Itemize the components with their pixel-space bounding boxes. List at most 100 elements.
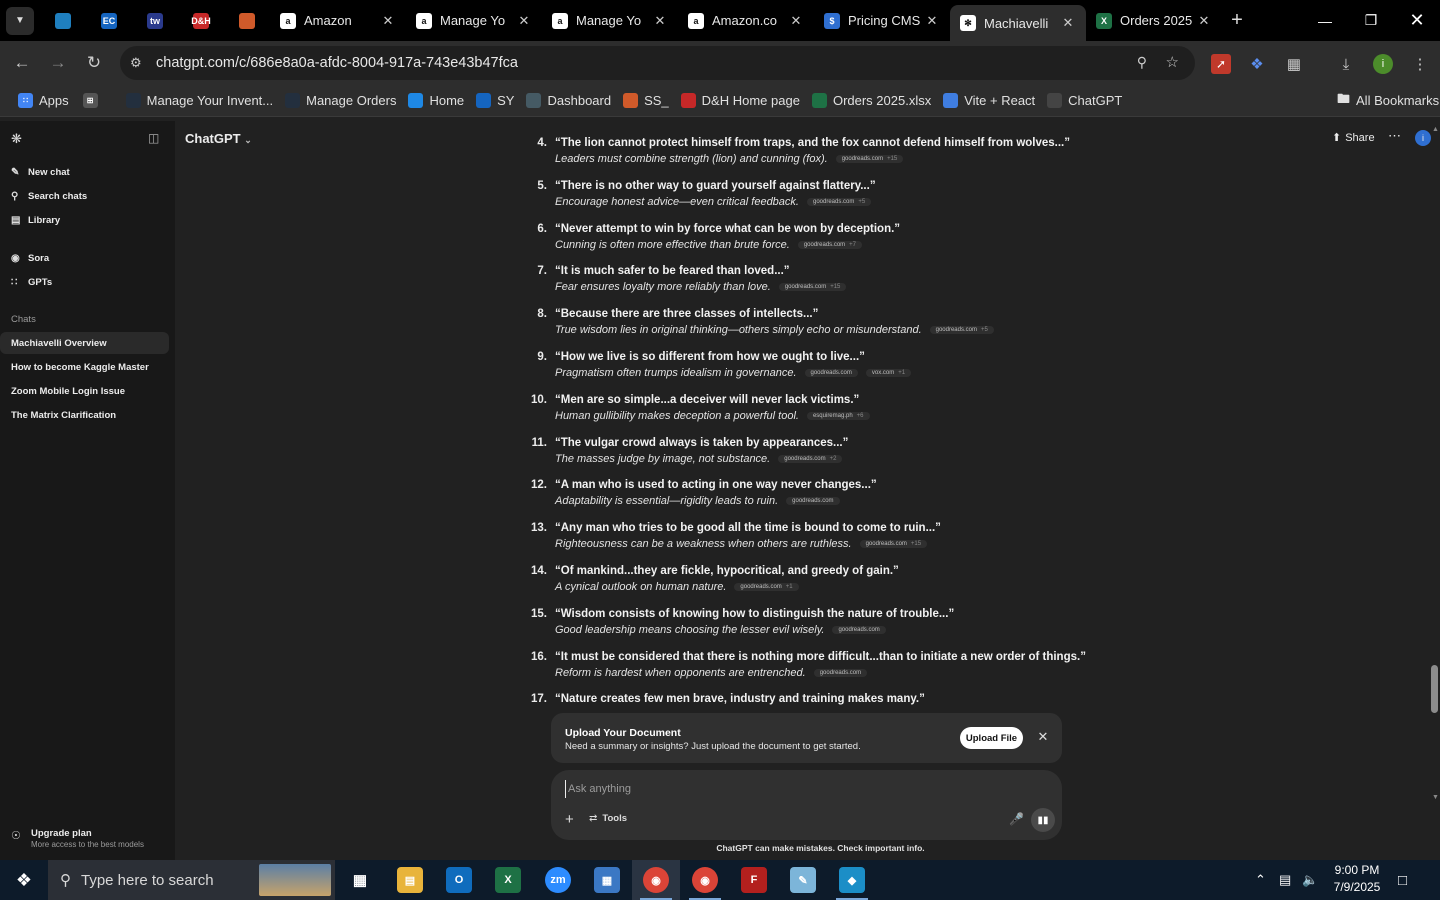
browser-menu-icon[interactable]: ⋮ (1410, 54, 1430, 74)
source-citation-chip[interactable]: vox.com +1 (865, 369, 912, 377)
browser-tab-6[interactable]: X Orders 2025 ✕ (1086, 0, 1222, 41)
chat-history-item[interactable]: The Matrix Clarification (0, 404, 169, 426)
bookmark-star-icon[interactable]: ☆ (1166, 53, 1179, 71)
openai-logo-icon[interactable]: ❋ (11, 131, 22, 147)
sidebar-nav-search-chats[interactable]: ⚲ Search chats (11, 191, 87, 202)
source-citation-chip[interactable]: esquiremag.ph +6 (806, 411, 870, 420)
pinned-tab-0[interactable] (40, 0, 86, 41)
show-hidden-icons-chevron-icon[interactable]: ⌃ (1255, 872, 1266, 888)
tab-close-icon[interactable]: ✕ (788, 13, 804, 29)
source-citation-chip[interactable]: goodreads.com +5 (806, 197, 872, 206)
restore-button[interactable]: ❐ (1348, 0, 1394, 41)
bookmark-item[interactable]: ⊞ (82, 93, 104, 108)
back-arrow-icon[interactable]: ← (6, 47, 38, 79)
tab-close-icon[interactable]: ✕ (1196, 13, 1212, 29)
upgrade-plan-title[interactable]: Upgrade plan (31, 828, 92, 839)
source-citation-chip[interactable]: goodreads.com +15 (859, 540, 928, 549)
site-settings-icon[interactable]: ⚙ (130, 55, 148, 71)
add-attachment-icon[interactable]: + (565, 811, 574, 828)
chat-history-item[interactable]: Zoom Mobile Login Issue (0, 380, 169, 402)
source-citation-chip[interactable]: goodreads.com +15 (778, 283, 847, 292)
taskbar-search-box[interactable]: ⚲ Type here to search (48, 860, 335, 900)
new-tab-button[interactable]: + (1222, 9, 1252, 32)
file-explorer-icon[interactable]: ▤ (386, 860, 434, 900)
source-citation-chip[interactable]: goodreads.com +5 (929, 326, 994, 335)
source-citation-chip[interactable]: goodreads.com +1 (734, 583, 799, 591)
chrome-icon-active[interactable]: ◉ (632, 860, 680, 900)
acrobat-extension-icon[interactable]: ➚ (1211, 54, 1231, 74)
tab-close-icon[interactable]: ✕ (924, 13, 940, 29)
bookmark-item[interactable]: Home (408, 93, 464, 108)
address-bar[interactable]: ⚙ chatgpt.com/c/686e8a0a-afdc-8004-917a-… (120, 46, 1195, 80)
tab-search-menu-button[interactable]: ▼ (6, 6, 34, 35)
pinned-tab-3[interactable]: D&H (178, 0, 224, 41)
upload-file-button[interactable]: Upload File (960, 727, 1023, 749)
close-sidebar-icon[interactable]: ◫ (148, 131, 159, 145)
all-bookmarks-folder[interactable]: 🖿 All Bookmarks (1337, 90, 1439, 112)
profile-avatar[interactable]: i (1373, 54, 1393, 74)
source-citation-chip[interactable]: goodreads.com +15 (835, 155, 904, 163)
scroll-up-icon[interactable]: ▲ (1432, 126, 1439, 133)
microphone-icon[interactable]: 🎤 (1009, 812, 1024, 826)
share-button[interactable]: ⬆ Share (1332, 131, 1375, 145)
reload-icon[interactable]: ↻ (78, 47, 110, 79)
bookmark-item[interactable]: D&H Home page (680, 93, 800, 108)
pinned-tab-4[interactable] (224, 0, 270, 41)
bookmark-item[interactable]: Vite + React (943, 93, 1035, 108)
url-text[interactable]: chatgpt.com/c/686e8a0a-afdc-8004-917a-74… (156, 55, 518, 71)
tools-button[interactable]: ⇄ Tools (589, 813, 627, 824)
zoom-icon[interactable]: ⚲ (1137, 54, 1147, 71)
browser-tab-2[interactable]: a Manage Yo ✕ (542, 0, 678, 41)
forward-arrow-icon[interactable]: → (42, 47, 74, 79)
bookmark-item[interactable]: ∷ Apps (18, 93, 69, 108)
ask-anything-input[interactable] (565, 780, 1045, 798)
filezilla-icon[interactable]: F (730, 860, 778, 900)
zoom-app-icon[interactable]: zm (534, 860, 582, 900)
windows-start-icon[interactable]: ❖ (0, 860, 48, 900)
browser-tab-3[interactable]: a Amazon.co ✕ (678, 0, 814, 41)
system-clock[interactable]: 9:00 PM 7/9/2025 (1325, 862, 1389, 896)
chat-history-item[interactable]: How to become Kaggle Master (0, 356, 169, 378)
bookmark-item[interactable]: ChatGPT (1047, 93, 1122, 108)
close-icon[interactable]: ✕ (1035, 729, 1051, 745)
browser-tab-0[interactable]: a Amazon ✕ (270, 0, 406, 41)
source-citation-chip[interactable]: goodreads.com (786, 497, 840, 506)
model-selector[interactable]: ChatGPT ⌄ (185, 131, 252, 146)
sidebar-nav-sora[interactable]: ◉ Sora (11, 253, 49, 264)
notifications-icon[interactable]: □ (1398, 872, 1407, 889)
browser-tab-5[interactable]: ✻ Machiavelli ✕ (950, 5, 1086, 41)
scroll-down-icon[interactable]: ▼ (1432, 794, 1439, 801)
scrollbar-thumb[interactable] (1431, 665, 1438, 713)
bookmark-item[interactable]: SY (476, 93, 514, 108)
source-citation-chip[interactable]: goodreads.com (813, 668, 868, 677)
extension-puzzle-blue-icon[interactable]: ❖ (1247, 54, 1267, 74)
network-icon[interactable]: ▤ (1279, 872, 1291, 888)
outlook-icon[interactable]: O (435, 860, 483, 900)
source-citation-chip[interactable]: goodreads.com +7 (797, 240, 863, 249)
browser-tab-4[interactable]: $ Pricing CMS ✕ (814, 0, 950, 41)
bookmark-item[interactable]: SS_ (623, 93, 669, 108)
vscode-like-app-icon[interactable]: ◆ (828, 860, 876, 900)
extensions-icon[interactable]: ▦ (1284, 54, 1304, 74)
notepad-icon[interactable]: ✎ (779, 860, 827, 900)
task-view-icon[interactable]: ▦ (336, 860, 384, 900)
pinned-tab-1[interactable]: EC (86, 0, 132, 41)
bookmark-item[interactable]: Dashboard (526, 93, 611, 108)
browser-tab-1[interactable]: a Manage Yo ✕ (406, 0, 542, 41)
chat-history-item[interactable]: Machiavelli Overview (0, 332, 169, 354)
pinned-tab-2[interactable]: tw (132, 0, 178, 41)
tab-close-icon[interactable]: ✕ (380, 13, 396, 29)
excel-icon[interactable]: X (484, 860, 532, 900)
user-avatar[interactable]: i (1415, 130, 1431, 146)
sidebar-nav-gpts[interactable]: ∷ GPTs (11, 277, 52, 288)
bookmark-item[interactable]: Manage Orders (285, 93, 396, 108)
close-window-button[interactable]: ✕ (1394, 0, 1440, 41)
chrome-icon[interactable]: ◉ (681, 860, 729, 900)
volume-icon[interactable]: 🔈 (1302, 872, 1318, 888)
sidebar-nav-library[interactable]: ▤ Library (11, 215, 60, 226)
tab-close-icon[interactable]: ✕ (516, 13, 532, 29)
bookmark-item[interactable]: Manage Your Invent... (125, 93, 273, 108)
source-citation-chip[interactable]: goodreads.com +2 (778, 454, 843, 463)
tab-close-icon[interactable]: ✕ (1060, 15, 1076, 31)
bookmark-item[interactable]: Orders 2025.xlsx (811, 93, 931, 108)
